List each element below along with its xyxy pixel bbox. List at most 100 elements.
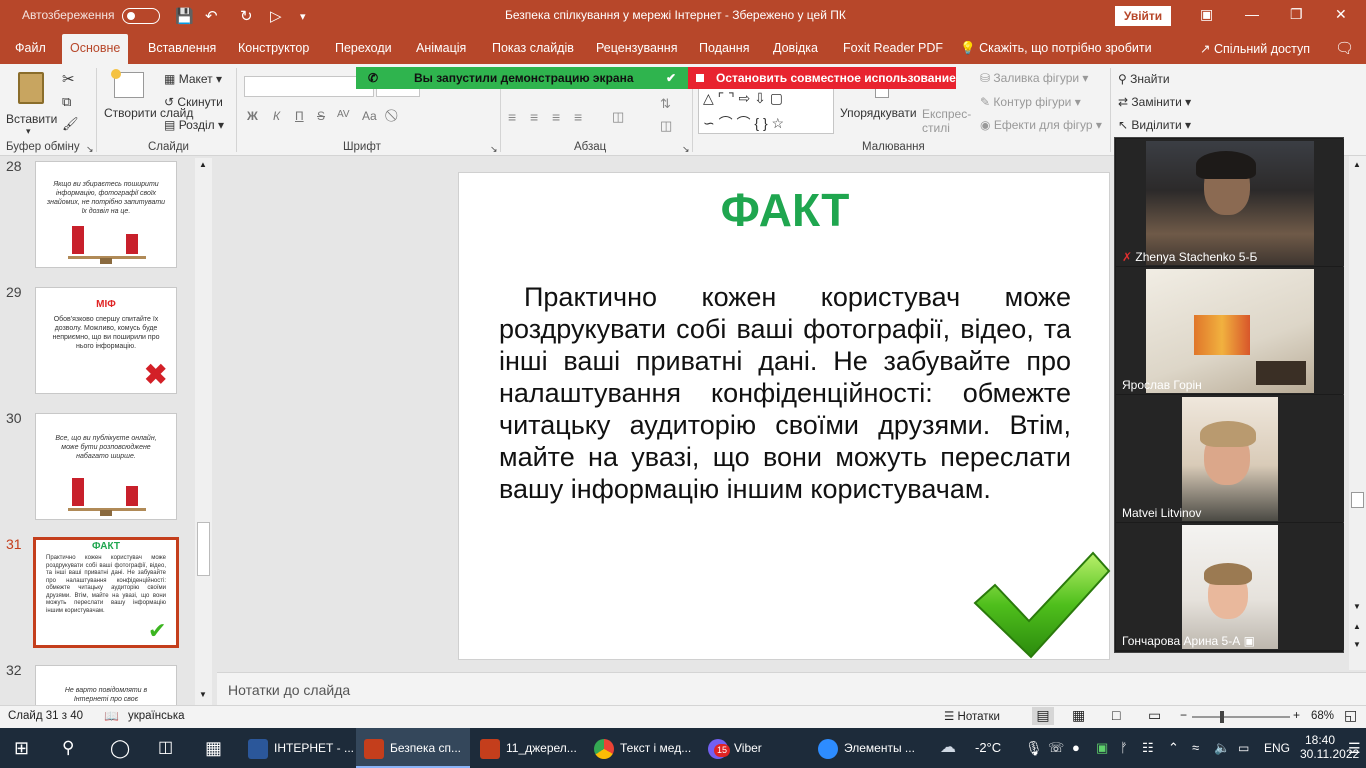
customize-toolbar-icon[interactable]: ▾ — [300, 10, 306, 23]
format-painter-icon[interactable]: 🖌 — [62, 116, 79, 132]
justify-icon[interactable]: ≡ — [574, 109, 582, 125]
arrange-button[interactable]: Упорядкувати — [840, 106, 917, 120]
taskbar-item-zoom[interactable]: Элементы ... — [816, 728, 926, 768]
notes-toggle-button[interactable]: ☰ Нотатки — [944, 709, 1000, 723]
smartart-icon[interactable]: ◫ — [660, 118, 672, 134]
cortana-icon[interactable]: ◯ — [110, 728, 130, 768]
dialog-launcher-icon[interactable]: ↘ — [682, 144, 690, 155]
comments-icon[interactable]: 🗨 — [1335, 39, 1354, 57]
taskbar-item-chrome[interactable]: Текст і мед... — [588, 728, 702, 768]
scrollbar-thumb[interactable] — [197, 522, 210, 576]
normal-view-icon[interactable]: ▤ — [1032, 707, 1054, 725]
tab-insert[interactable]: Вставлення — [148, 41, 216, 55]
quick-styles-button[interactable]: Експрес-стилі — [922, 107, 974, 135]
input-language[interactable]: ENG — [1264, 728, 1290, 768]
shape-effects-button[interactable]: ◉ Ефекти для фігур ▾ — [980, 118, 1102, 132]
tab-slideshow[interactable]: Показ слайдів — [492, 41, 574, 55]
zoom-out-icon[interactable]: − — [1180, 708, 1187, 722]
search-icon[interactable]: ⚲ — [62, 728, 74, 768]
autosave-toggle[interactable] — [122, 8, 160, 24]
notes-pane[interactable]: Нотатки до слайда — [217, 672, 1366, 705]
change-case-button[interactable]: Aa — [362, 109, 377, 123]
tab-review[interactable]: Рецензування — [596, 41, 677, 55]
font-family-combobox[interactable] — [244, 76, 374, 97]
align-left-icon[interactable]: ≡ — [508, 109, 516, 125]
shape-fill-button[interactable]: ⛁ Заливка фігури ▾ — [980, 71, 1088, 85]
zoom-slider-thumb[interactable] — [1220, 711, 1224, 723]
slide-canvas[interactable]: ФАКТ Практично кожен користувач може роз… — [458, 172, 1111, 660]
editor-scrollbar[interactable]: ▲ ▼ ▲ ▼ — [1349, 156, 1366, 670]
participant-tile[interactable]: ✗ Zhenya Stachenko 5-Б — [1116, 139, 1344, 266]
new-slide-button[interactable]: Створити слайд — [100, 69, 193, 140]
weather-temperature[interactable]: -2°C — [975, 728, 1001, 768]
stop-share-button[interactable]: Остановить совместное использование — [688, 67, 956, 89]
character-spacing-button[interactable]: AV — [337, 109, 350, 120]
spellcheck-icon[interactable]: 📖 — [104, 709, 119, 723]
find-button[interactable]: ⚲ Знайти — [1118, 72, 1170, 86]
scroll-up-icon[interactable]: ▲ — [1353, 160, 1361, 169]
zoom-in-icon[interactable]: + — [1293, 708, 1300, 722]
microphone-icon[interactable]: 🎙 — [1025, 728, 1043, 768]
underline-button[interactable]: П — [295, 109, 304, 123]
wifi-icon[interactable]: ≈ — [1192, 728, 1199, 768]
zoom-tray-icon[interactable]: ● — [1072, 728, 1080, 768]
viber-tray-icon[interactable]: ☏ — [1048, 728, 1064, 768]
sign-in-button[interactable]: Увійти — [1115, 6, 1171, 26]
layout-button[interactable]: ▦ Макет ▾ — [164, 72, 222, 86]
ribbon-display-icon[interactable]: ▣ — [1200, 6, 1213, 23]
scrollbar-thumb[interactable] — [1351, 492, 1364, 508]
tab-transitions[interactable]: Переходи — [335, 41, 392, 55]
replace-button[interactable]: ⇄ Замінити ▾ — [1118, 95, 1191, 109]
calculator-icon[interactable]: ▦ — [205, 728, 222, 768]
copy-icon[interactable]: ⧉ — [62, 94, 71, 110]
bluetooth-icon[interactable]: ᚠ — [1120, 728, 1128, 768]
battery-icon[interactable]: ▭ — [1238, 728, 1249, 768]
slide-thumbnail[interactable]: Якщо ви збираєтесь поширити інформацію, … — [35, 161, 177, 268]
reading-view-icon[interactable]: □ — [1112, 707, 1120, 723]
present-from-start-icon[interactable]: ▷ — [270, 7, 282, 25]
tab-help[interactable]: Довідка — [773, 41, 818, 55]
text-direction-icon[interactable]: ⇅ — [660, 96, 671, 112]
italic-button[interactable]: К — [273, 109, 280, 123]
next-slide-icon[interactable]: ▼ — [1353, 640, 1361, 649]
language-status[interactable]: українська — [128, 710, 185, 722]
slide-thumbnail[interactable]: Не варто повідомляти в Інтернеті про сво… — [35, 665, 177, 705]
dialog-launcher-icon[interactable]: ↘ — [490, 144, 498, 155]
tab-home[interactable]: Основне — [62, 34, 129, 64]
task-view-icon[interactable]: ◫ — [158, 728, 173, 768]
select-button[interactable]: ↖ Виділити ▾ — [1118, 118, 1191, 132]
slide-thumbnail[interactable]: Все, що ви публікуєте онлайн, може бути … — [35, 413, 177, 520]
shapes-gallery[interactable]: △ ⌜ ⌝ ⇨ ⇩ ▢ ∽ ⌒ ⌒ { } ☆ — [698, 88, 834, 134]
paste-button[interactable]: Вставити ▾ — [4, 70, 57, 140]
cloud-icon[interactable]: ☁ — [940, 728, 956, 768]
taskbar-item-viber[interactable]: 15 Viber — [702, 728, 808, 768]
participant-tile[interactable]: Ярослав Горін — [1116, 267, 1344, 394]
volume-icon[interactable]: 🔈 — [1214, 728, 1230, 768]
close-button[interactable]: ✕ — [1335, 6, 1347, 23]
previous-slide-icon[interactable]: ▲ — [1353, 622, 1361, 631]
zoom-slider[interactable] — [1192, 711, 1290, 723]
bold-button[interactable]: Ж — [247, 109, 258, 123]
tab-foxit[interactable]: Foxit Reader PDF — [843, 41, 943, 55]
taskbar-item-powerpoint[interactable]: 11_джерел... — [472, 728, 586, 768]
tab-design[interactable]: Конструктор — [238, 41, 309, 55]
shape-outline-button[interactable]: ✎ Контур фігури ▾ — [980, 95, 1081, 109]
windows-start-icon[interactable]: ⊞ — [14, 728, 29, 768]
columns-icon[interactable]: ◫ — [612, 109, 624, 125]
chevron-up-icon[interactable]: ⌃ — [1168, 728, 1179, 768]
slide-body-text[interactable]: Практично кожен користувач може роздруку… — [499, 281, 1071, 505]
redo-icon[interactable]: ↻ — [240, 7, 253, 25]
network-icon[interactable]: ☷ — [1142, 728, 1154, 768]
reset-button[interactable]: ↺ Скинути — [164, 95, 223, 109]
slide-thumbnail[interactable]: МІФ Обов'язково спершу спитайте їх дозво… — [35, 287, 177, 394]
tab-animations[interactable]: Анімація — [416, 41, 466, 55]
strikethrough-button[interactable]: S — [317, 109, 325, 123]
tell-me-search[interactable]: 💡 Скажіть, що потрібно зробити — [960, 41, 1152, 56]
taskbar-item-powerpoint-active[interactable]: Безпека сп... — [356, 728, 470, 768]
thumbnail-scrollbar[interactable]: ▲ ▼ — [195, 158, 212, 705]
share-button[interactable]: ↗ Спільний доступ — [1200, 41, 1310, 56]
participant-tile[interactable]: Гончарова Арина 5-А ▣ — [1116, 523, 1344, 650]
tab-view[interactable]: Подання — [699, 41, 749, 55]
slide-thumbnail-selected[interactable]: ФАКТ Практично кожен користувач може роз… — [33, 537, 179, 648]
dialog-launcher-icon[interactable]: ↘ — [86, 144, 94, 155]
